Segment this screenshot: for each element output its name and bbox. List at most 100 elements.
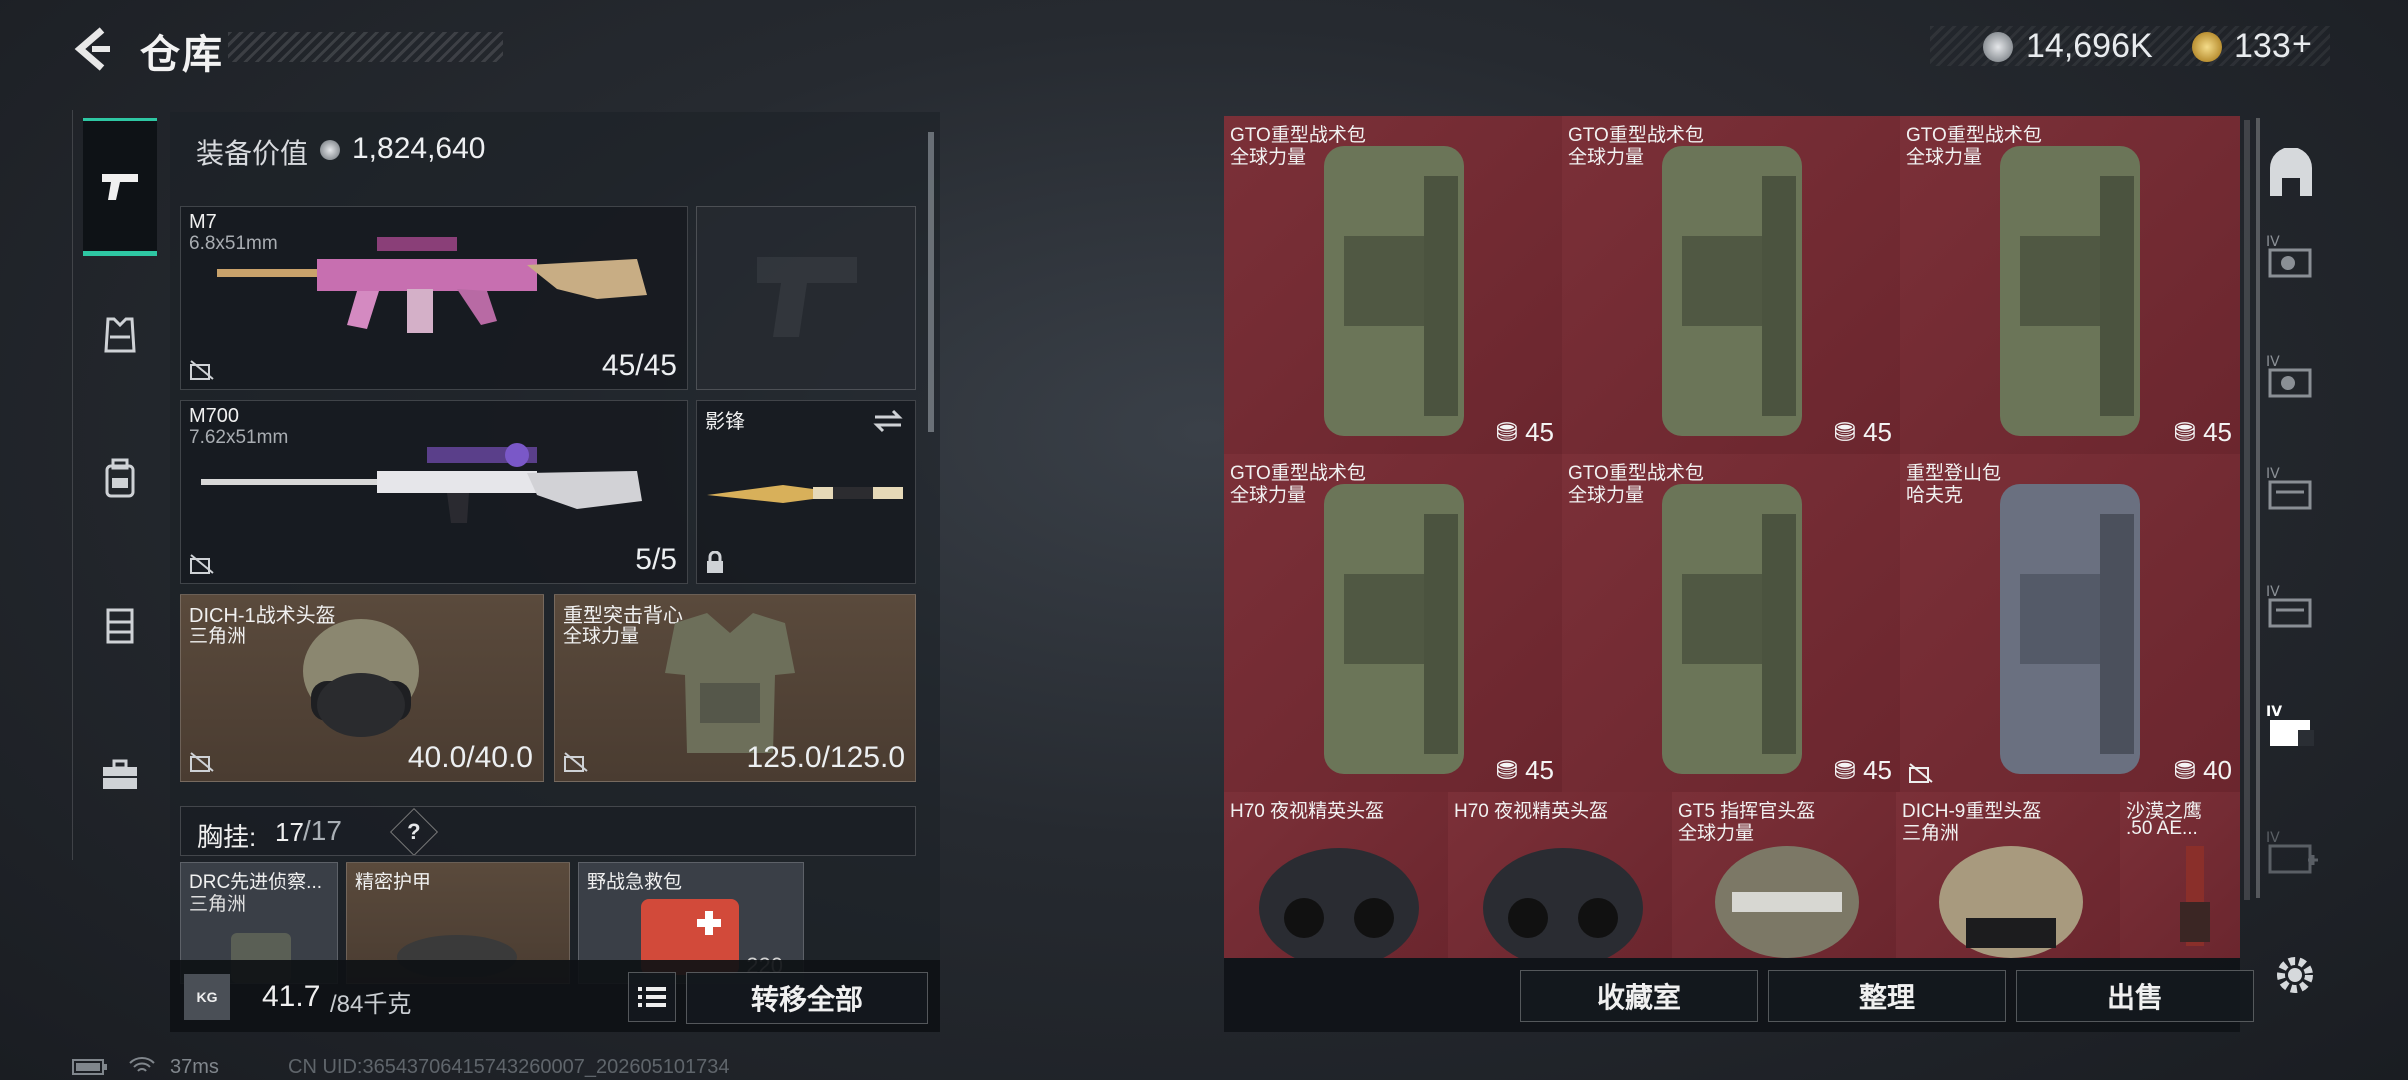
nav-armor[interactable] [83,280,157,390]
loadout-scrollbar[interactable] [928,132,934,432]
loadout-category-nav [72,110,167,860]
list-view-button[interactable] [628,972,676,1022]
vest-icon [104,317,136,353]
capacity-value: 45 [1525,417,1554,447]
m700-rifle-image [201,443,642,523]
home-storage-icon[interactable] [2264,148,2318,202]
item-faction: 全球力量 [1568,147,1645,168]
briefcase-icon [103,759,137,789]
add-storage-icon[interactable]: IV [2264,826,2318,880]
no-insure-icon [564,752,588,772]
item-capacity: ⛃ 40 [2174,755,2232,786]
no-insure-icon [190,554,214,574]
weight-icon: KG [184,974,230,1020]
helmet-slot[interactable]: DICH-1战术头盔 三角洲 40.0/40.0 [180,594,544,782]
armor-slot[interactable]: 重型突击背心 全球力量 125.0/125.0 [554,594,916,782]
secondary-weapon-slot[interactable]: M700 7.62x51mm 5/5 [180,400,688,584]
storage-item[interactable]: H70 夜视精英头盔 [1224,792,1449,958]
transfer-all-button[interactable]: 转移全部 [686,972,928,1024]
lock-icon [707,551,723,573]
item-capacity: ⛃ 45 [1496,417,1554,448]
storage-item[interactable]: GT5 指挥官头盔 全球力量 [1672,792,1897,958]
nav-backpack[interactable] [83,424,157,534]
backpack-image [1662,146,1802,436]
iv-storage-tab-icon-active[interactable]: IV [2264,700,2318,754]
nav-rig[interactable] [83,570,157,680]
no-insure-icon [190,360,214,380]
rig-help-button[interactable]: ? [389,807,439,855]
list-icon [638,987,666,1007]
weight-max: /84千克 [330,991,412,1018]
helmet-durability: 40.0/40.0 [407,741,533,774]
add-currency-button[interactable]: + [2292,25,2312,64]
pistol-icon [102,174,138,200]
svg-text:IV: IV [2266,584,2280,600]
item-capacity: ⛃ 45 [1834,417,1892,448]
iv-storage-tab-icon[interactable]: IV [2264,350,2318,404]
equip-value-label: 装备价值 [196,138,309,169]
capacity-value: 45 [1863,417,1892,447]
svg-text:IV: IV [2266,466,2280,482]
no-insure-icon [190,752,214,772]
armor-durability: 125.0/125.0 [746,741,905,774]
pistol-placeholder-icon [757,257,857,337]
rig-count: 17 [275,817,304,847]
item-faction: 哈夫克 [1906,485,1964,506]
title-decoration [228,32,503,62]
heavy-helmet-image [1939,846,2083,958]
knife-image [707,485,903,503]
night-vision-helmet-image [1259,848,1419,958]
storage-item[interactable]: 重型登山包 哈夫克 ⛃ 40 [1900,454,2240,793]
capacity-icon: ⛃ [2174,417,2196,447]
melee-slot[interactable]: 影锋 [696,400,916,584]
svg-text:IV: IV [2266,234,2280,250]
ammo-count: 5/5 [635,543,677,576]
backpack-image [2000,146,2140,436]
capacity-icon: ⛃ [1834,417,1856,447]
storage-item[interactable]: GTO重型战术包 全球力量 ⛃ 45 [1900,116,2240,455]
swap-icon[interactable] [871,409,905,433]
currency-silver-value: 14,696K [2026,27,2153,65]
storage-item[interactable]: GTO重型战术包 全球力量 ⛃ 45 [1224,454,1563,793]
rig-label: 胸挂: [197,822,257,852]
storage-item[interactable]: H70 夜视精英头盔 [1448,792,1673,958]
primary-weapon-slot[interactable]: M7 6.8x51mm 45/45 [180,206,688,390]
storage-item[interactable]: GTO重型战术包 全球力量 ⛃ 45 [1562,116,1901,455]
backpack-image [1324,484,1464,774]
capacity-icon: ⛃ [1834,755,1856,785]
pistol-slot-empty[interactable] [696,206,916,390]
storage-item[interactable]: GTO重型战术包 全球力量 ⛃ 45 [1224,116,1563,455]
nav-weapons[interactable] [83,118,157,256]
item-faction: 全球力量 [1230,485,1307,506]
capacity-icon: ⛃ [1496,755,1518,785]
svg-text:IV: IV [2266,354,2280,370]
storage-item[interactable]: GTO重型战术包 全球力量 ⛃ 45 [1562,454,1901,793]
nav-case[interactable] [83,720,157,830]
settings-gear-icon[interactable] [2270,950,2320,1000]
item-faction: 全球力量 [1230,147,1307,168]
storage-item[interactable]: 沙漠之鹰 .50 AE... [2120,792,2240,958]
iv-storage-tab-icon[interactable]: IV [2264,230,2318,284]
iv-storage-tab-icon[interactable]: IV [2264,462,2318,516]
loadout-panel: 装备价值 1,824,640 M7 6.8x51mm 45/45 M700 7.… [170,112,940,1032]
organize-button[interactable]: 整理 [1768,970,2006,1022]
storage-actions-bar: 收藏室 整理 出售 [1224,958,2254,1032]
collection-room-button[interactable]: 收藏室 [1520,970,1758,1022]
item-capacity: ⛃ 45 [2174,417,2232,448]
desert-eagle-image [2180,846,2210,946]
gold-coin-icon [2192,32,2222,62]
silver-coin-icon [1983,32,2013,62]
item-sub: .50 AE... [2126,818,2198,839]
storage-grid: GTO重型战术包 全球力量 ⛃ 45 GTO重型战术包 全球力量 ⛃ 45 GT… [1224,116,2240,958]
back-arrow-icon[interactable] [70,26,116,72]
melee-name: 影锋 [705,411,745,433]
item-capacity: ⛃ 45 [1834,755,1892,786]
no-insure-icon [1909,763,1933,783]
storage-item[interactable]: DICH-9重型头盔 三角洲 [1896,792,2121,958]
wifi-icon [129,1057,155,1072]
equip-value: 1,824,640 [352,132,486,165]
sell-button[interactable]: 出售 [2016,970,2254,1022]
iv-storage-tab-icon[interactable]: IV [2264,580,2318,634]
chest-rig-icon [106,608,134,644]
rig-item-name: 精密护甲 [355,872,432,893]
